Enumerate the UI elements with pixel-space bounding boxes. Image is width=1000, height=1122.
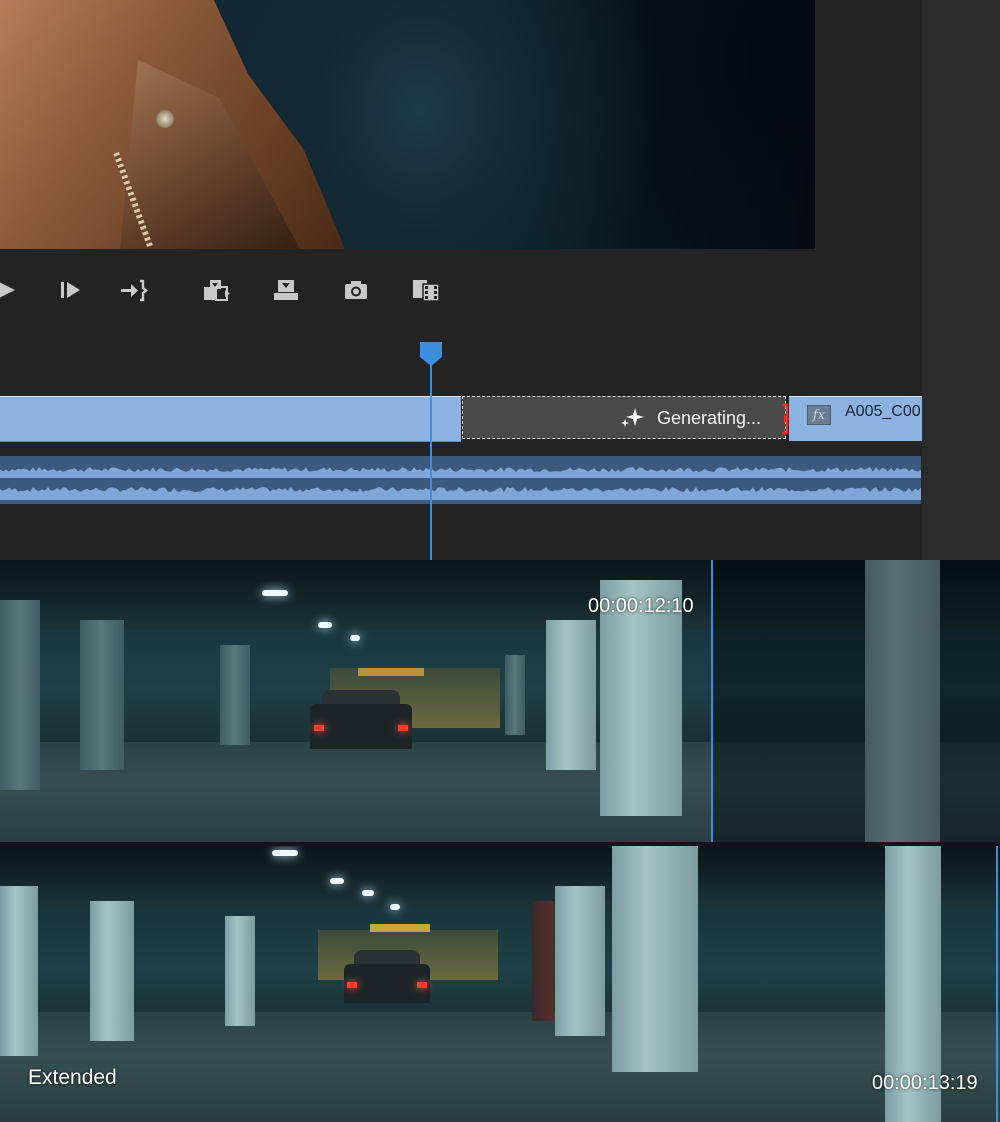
ceiling	[0, 846, 1000, 906]
sparkle-icon	[621, 408, 644, 427]
generating-clip: Generating...	[462, 396, 786, 439]
export-frame-icon[interactable]	[336, 270, 376, 310]
editor-panel: Generating... fx A005_C00	[0, 0, 1000, 560]
clip-name: A005_C00	[845, 403, 921, 420]
floor	[0, 1012, 1000, 1122]
extended-label: Extended	[28, 1066, 117, 1089]
original-footage-frame: 00:00:12:10	[0, 560, 1000, 842]
car	[310, 690, 412, 768]
extension-region-shade	[713, 560, 1000, 842]
video-clip[interactable]	[0, 396, 461, 442]
fx-badge-icon[interactable]: fx	[807, 405, 831, 425]
extended-timecode: 00:00:13:19	[872, 1072, 978, 1094]
insert-icon[interactable]	[196, 270, 236, 310]
program-monitor-frame	[0, 0, 815, 249]
right-panel-strip	[922, 0, 1000, 560]
play-icon[interactable]	[0, 270, 28, 310]
go-to-out-icon[interactable]	[113, 270, 153, 310]
comparison-view-icon[interactable]	[406, 270, 446, 310]
audio-waveform	[0, 456, 921, 504]
audio-clip[interactable]	[0, 456, 921, 504]
car	[344, 950, 430, 1018]
transport-controls	[0, 270, 500, 330]
overwrite-icon[interactable]	[266, 270, 306, 310]
step-forward-icon[interactable]	[50, 270, 90, 310]
next-video-clip[interactable]: fx A005_C00	[789, 396, 922, 441]
original-timecode: 00:00:12:10	[588, 595, 694, 617]
extension-boundary-line	[996, 846, 998, 1122]
extension-boundary-line	[711, 560, 713, 842]
playhead-line[interactable]	[430, 362, 432, 560]
jacket-snap	[156, 110, 174, 128]
generating-label: Generating...	[656, 408, 761, 428]
extended-footage-frame: Extended 00:00:13:19	[0, 846, 1000, 1122]
